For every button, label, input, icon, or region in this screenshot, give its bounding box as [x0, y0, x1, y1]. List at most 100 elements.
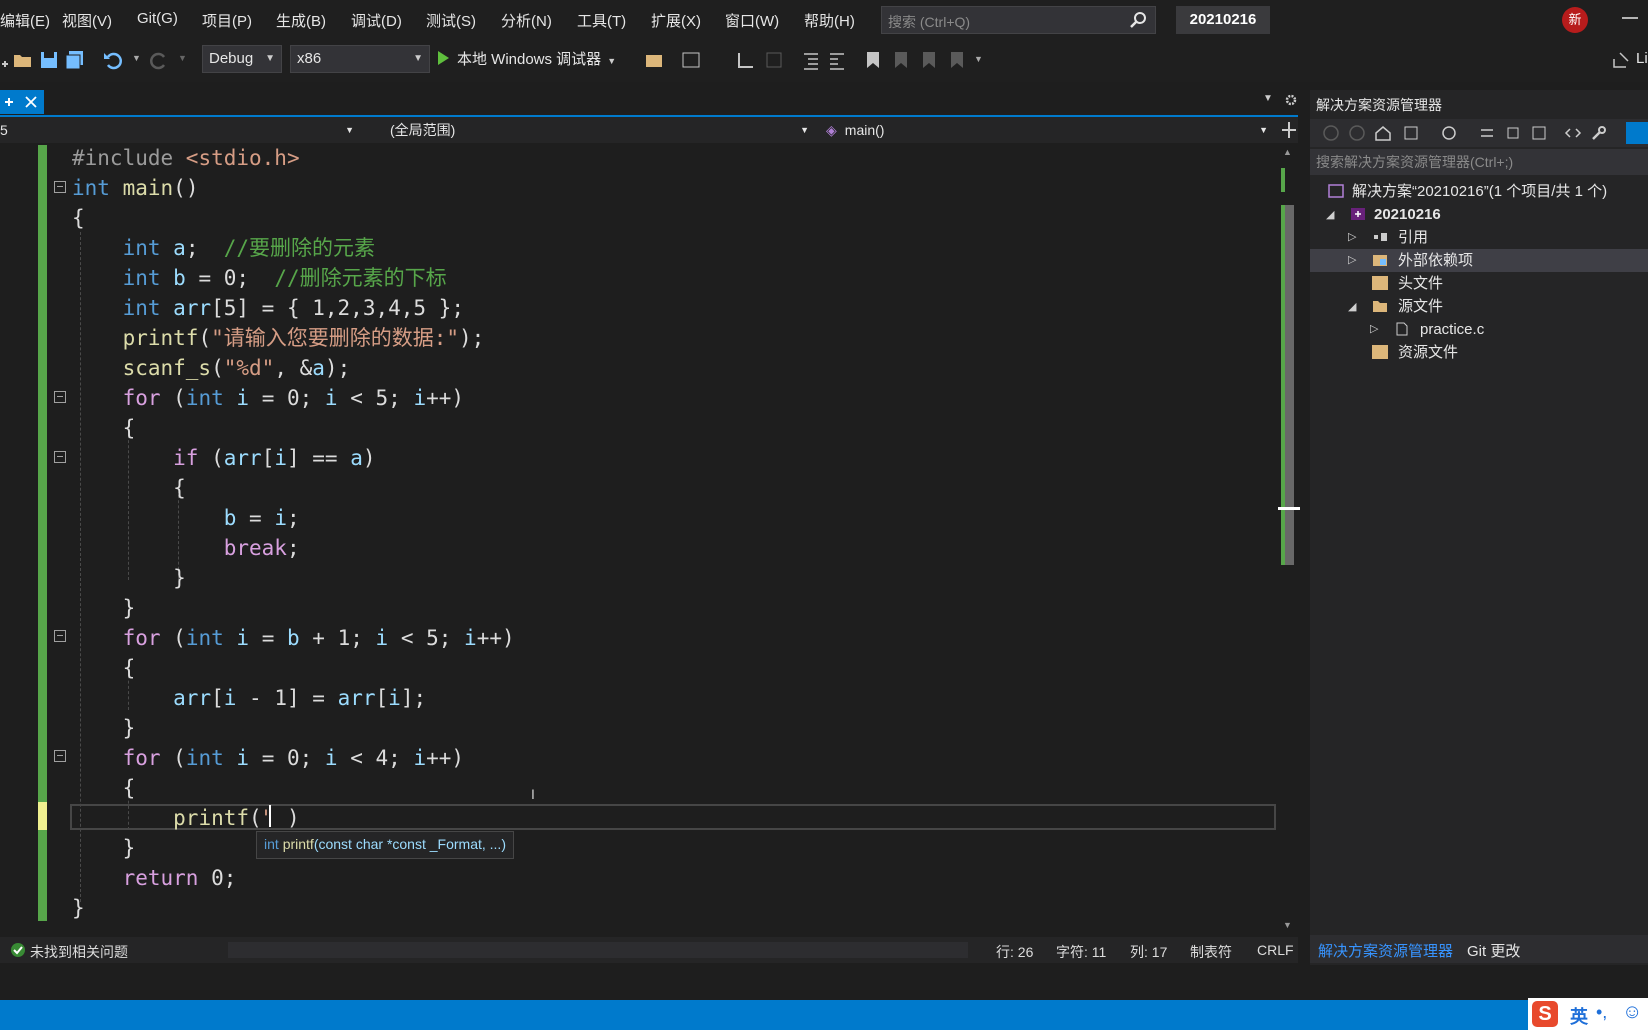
- liveshare-icon[interactable]: [1610, 49, 1632, 71]
- menu-tools[interactable]: 工具(T): [577, 10, 626, 31]
- code-line[interactable]: }: [72, 893, 85, 923]
- avatar[interactable]: 新: [1562, 7, 1588, 33]
- show-all-files-icon[interactable]: [1530, 124, 1548, 142]
- column-indicator[interactable]: 列: 17: [1130, 942, 1167, 962]
- pending-changes-filter-icon[interactable]: [1440, 124, 1458, 142]
- prev-bookmark-icon[interactable]: [890, 49, 912, 71]
- search-input[interactable]: 搜索 (Ctrl+Q): [881, 6, 1156, 34]
- code-line[interactable]: {: [72, 473, 186, 503]
- preview-selected-button[interactable]: [1626, 122, 1648, 144]
- ime-language[interactable]: 英: [1570, 1003, 1588, 1029]
- split-editor-icon[interactable]: [1280, 120, 1298, 140]
- code-line[interactable]: return 0;: [72, 863, 237, 893]
- tree-item-external-deps[interactable]: ▷ 外部依赖项: [1310, 249, 1648, 272]
- code-line[interactable]: int a; //要删除的元素: [72, 233, 375, 263]
- menu-analyze[interactable]: 分析(N): [501, 10, 552, 31]
- indentation-indicator[interactable]: 制表符: [1190, 942, 1232, 962]
- menu-help[interactable]: 帮助(H): [804, 10, 855, 31]
- expanded-arrow-icon[interactable]: ◢: [1348, 296, 1356, 319]
- line-indicator[interactable]: 行: 26: [996, 942, 1033, 962]
- back-icon[interactable]: [1322, 124, 1340, 142]
- code-line[interactable]: }: [72, 833, 136, 863]
- redo-dropdown-icon[interactable]: ▼: [178, 53, 187, 63]
- punctuation-icon[interactable]: •,: [1596, 1002, 1607, 1023]
- bookmark-icon[interactable]: [862, 49, 884, 71]
- config-dropdown[interactable]: Debug ▼: [202, 45, 282, 73]
- menu-git[interactable]: Git(G): [137, 10, 178, 27]
- collapsed-arrow-icon[interactable]: ▷: [1348, 226, 1356, 249]
- wrench-icon[interactable]: [1590, 124, 1608, 142]
- collapse-all-icon[interactable]: [1504, 124, 1522, 142]
- collapse-main-icon[interactable]: [54, 181, 66, 193]
- switch-views-icon[interactable]: [1402, 124, 1420, 142]
- minimize-icon[interactable]: [1620, 8, 1640, 28]
- menu-edit[interactable]: 编辑(E): [0, 10, 50, 31]
- toolbar-overflow-icon[interactable]: ▼: [974, 54, 983, 64]
- step-disabled-icon[interactable]: [763, 49, 785, 71]
- menu-debug[interactable]: 调试(D): [351, 10, 402, 31]
- scrollbar-thumb[interactable]: [1284, 205, 1294, 565]
- redo-icon[interactable]: [148, 49, 170, 71]
- home-icon[interactable]: [1374, 124, 1392, 142]
- tree-item-resource-files[interactable]: 资源文件: [1310, 341, 1648, 364]
- platform-dropdown[interactable]: x86 ▼: [290, 45, 430, 73]
- menu-build[interactable]: 生成(B): [276, 10, 326, 31]
- solution-search-input[interactable]: 搜索解决方案资源管理器(Ctrl+;): [1310, 149, 1648, 175]
- code-line[interactable]: if (arr[i] == a): [72, 443, 375, 473]
- collapse-for-icon[interactable]: [54, 630, 66, 642]
- sogou-logo-icon[interactable]: S: [1532, 1001, 1558, 1027]
- code-line[interactable]: printf(" ): [72, 803, 299, 833]
- code-line[interactable]: {: [72, 773, 136, 803]
- code-line[interactable]: b = i;: [72, 503, 300, 533]
- code-line[interactable]: printf("请输入您要删除的数据:");: [72, 323, 485, 353]
- menu-test[interactable]: 测试(S): [426, 10, 476, 31]
- code-line[interactable]: for (int i = 0; i < 4; i++): [72, 743, 464, 773]
- browse-icon[interactable]: [643, 49, 665, 71]
- undo-icon[interactable]: [102, 49, 124, 71]
- forward-icon[interactable]: [1348, 124, 1366, 142]
- next-bookmark-icon[interactable]: [918, 49, 940, 71]
- code-line[interactable]: arr[i - 1] = arr[i];: [72, 683, 426, 713]
- save-all-icon[interactable]: [64, 49, 86, 71]
- pin-icon[interactable]: [2, 95, 16, 109]
- menu-window[interactable]: 窗口(W): [725, 10, 779, 31]
- collapse-for-icon[interactable]: [54, 391, 66, 403]
- code-line[interactable]: for (int i = 0; i < 5; i++): [72, 383, 464, 413]
- code-line[interactable]: {: [72, 653, 136, 683]
- indent-icon[interactable]: [826, 49, 848, 71]
- menu-extensions[interactable]: 扩展(X): [651, 10, 701, 31]
- tree-item-solution[interactable]: 解决方案“20210216”(1 个项目/共 1 个): [1310, 180, 1648, 203]
- tree-item-practice-c[interactable]: ▷ practice.c: [1310, 318, 1648, 341]
- collapse-for-icon[interactable]: [54, 750, 66, 762]
- save-icon[interactable]: [38, 49, 60, 71]
- code-line[interactable]: }: [72, 563, 186, 593]
- code-line[interactable]: {: [72, 203, 85, 233]
- horizontal-scrollbar[interactable]: [228, 942, 968, 958]
- code-line[interactable]: int b = 0; //删除元素的下标: [72, 263, 447, 293]
- code-view-icon[interactable]: [1564, 124, 1582, 142]
- tree-item-references[interactable]: ▷ 引用: [1310, 226, 1648, 249]
- gear-icon[interactable]: [1284, 93, 1298, 107]
- collapsed-arrow-icon[interactable]: ▷: [1348, 249, 1356, 272]
- undo-dropdown-icon[interactable]: ▼: [132, 53, 141, 63]
- tab-git-changes[interactable]: Git 更改: [1467, 940, 1520, 961]
- tab-practice-c[interactable]: [0, 90, 44, 114]
- collapsed-arrow-icon[interactable]: ▷: [1370, 318, 1378, 341]
- clear-bookmarks-icon[interactable]: [946, 49, 968, 71]
- liveshare-label[interactable]: Li: [1636, 50, 1648, 67]
- code-line[interactable]: {: [72, 413, 136, 443]
- char-indicator[interactable]: 字符: 11: [1056, 942, 1106, 962]
- emoji-icon[interactable]: ☺: [1622, 1001, 1642, 1024]
- home-icon[interactable]: [680, 49, 702, 71]
- step-icon[interactable]: [735, 49, 757, 71]
- outdent-icon[interactable]: [800, 49, 822, 71]
- code-line[interactable]: scanf_s("%d", &a);: [72, 353, 351, 383]
- tab-list-dropdown-icon[interactable]: ▼: [1263, 93, 1273, 104]
- scroll-up-icon[interactable]: ▲: [1283, 147, 1292, 157]
- project-dropdown[interactable]: 5 ▼: [0, 119, 360, 141]
- code-line[interactable]: break;: [72, 533, 300, 563]
- open-folder-icon[interactable]: [12, 49, 34, 71]
- code-line[interactable]: }: [72, 713, 136, 743]
- start-debugging-button[interactable]: 本地 Windows 调试器 ▼: [438, 46, 616, 74]
- menu-project[interactable]: 项目(P): [202, 10, 252, 31]
